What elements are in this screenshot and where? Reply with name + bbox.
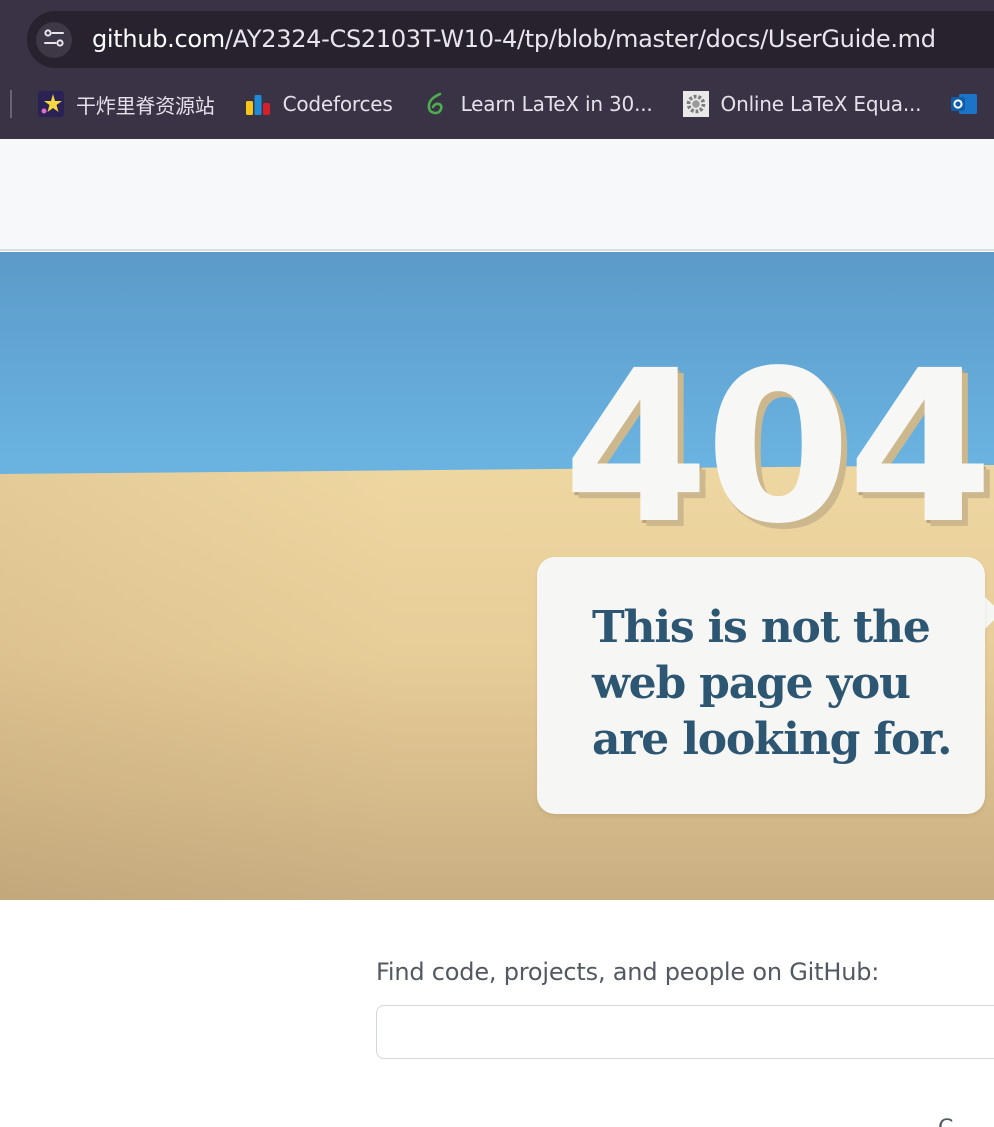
error-message-line: are looking for. [592,714,952,765]
bookmark-item[interactable]: Learn LaTeX in 30... [423,86,653,122]
outlook-icon [951,91,978,117]
bookmark-item[interactable]: Online LaTeX Equa... [682,86,922,122]
tune-icon [42,26,66,55]
bookmarks-separator [10,90,12,118]
bookmarks-bar: 干炸里脊资源站 Codeforces Learn LaTeX in 30... [38,86,994,122]
bookmark-label: Codeforces [282,92,393,116]
codeforces-bars-icon [245,91,271,117]
bookmark-label: 干炸里脊资源站 [76,93,215,118]
search-input[interactable] [376,1005,994,1059]
browser-chrome: github.com/AY2324-CS2103T-W10-4/tp/blob/… [0,0,994,139]
url-text[interactable]: github.com/AY2324-CS2103T-W10-4/tp/blob/… [92,23,936,55]
speech-bubble: This is not the web page you are looking… [537,557,985,814]
star-sparkle-icon [38,91,64,117]
gear-icon [682,91,709,117]
overleaf-leaf-icon [423,91,449,117]
error-message-line: This is not the [592,602,931,653]
error-code: 404 [563,325,993,570]
error-message: This is not the web page you are looking… [592,600,972,768]
url-host: github.com [92,25,225,53]
bookmark-label: Online LaTeX Equa... [720,92,922,116]
error-404-hero: 404 This is not the web page you are loo… [0,252,994,900]
search-label: Find code, projects, and people on GitHu… [376,958,880,986]
url-path: /AY2324-CS2103T-W10-4/tp/blob/master/doc… [224,25,936,53]
bookmark-item[interactable] [951,86,989,122]
bookmark-item[interactable]: Codeforces [245,86,393,122]
bookmark-label: Learn LaTeX in 30... [460,92,653,116]
error-message-line: web page you [592,658,911,709]
bookmark-item[interactable]: 干炸里脊资源站 [38,86,215,122]
github-header [0,139,994,251]
footer-partial-text: C [938,1116,953,1127]
address-bar[interactable]: github.com/AY2324-CS2103T-W10-4/tp/blob/… [27,11,994,68]
site-info-button[interactable] [36,22,72,58]
